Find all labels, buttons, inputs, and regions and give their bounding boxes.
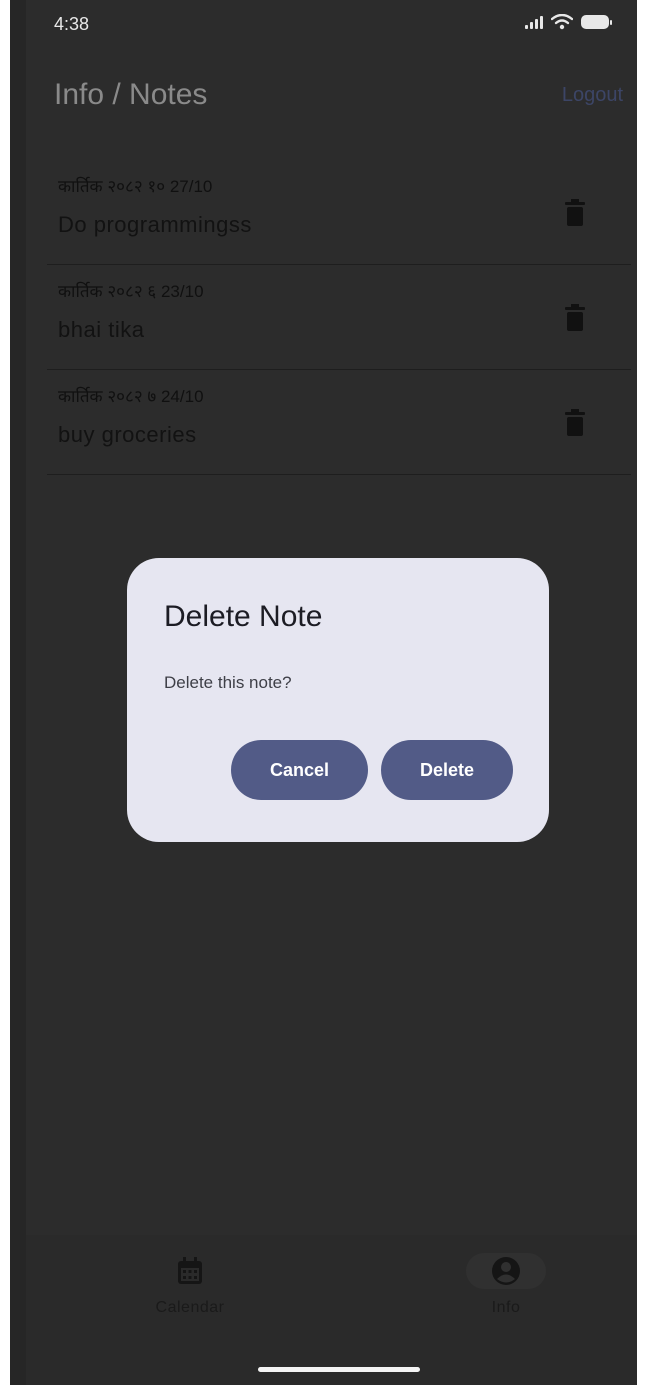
note-text: buy groceries — [58, 422, 197, 447]
note-item[interactable]: कार्तिक २०८२ ७ 24/10 buy groceries — [47, 370, 631, 475]
app-header: Info / Notes Logout — [10, 70, 637, 130]
delete-button[interactable]: Delete — [381, 740, 513, 800]
wifi-icon — [551, 14, 573, 30]
nav-icon-container — [150, 1253, 230, 1289]
nav-item-info[interactable]: Info — [406, 1235, 606, 1335]
status-bar: 4:38 — [10, 0, 637, 48]
nav-label-calendar: Calendar — [155, 1299, 225, 1316]
note-text: bhai tika — [58, 317, 145, 342]
dialog-message: Delete this note? — [164, 673, 292, 692]
dialog-title: Delete Note — [164, 600, 323, 633]
delete-note-button[interactable] — [565, 198, 585, 226]
delete-note-dialog: Delete Note Delete this note? Cancel Del… — [127, 558, 549, 842]
calendar-icon — [178, 1257, 202, 1284]
note-date: कार्तिक २०८२ ६ 23/10 — [58, 282, 204, 301]
home-indicator[interactable] — [258, 1367, 420, 1372]
note-date: कार्तिक २०८२ १० 27/10 — [58, 177, 213, 196]
note-date: कार्तिक २०८२ ७ 24/10 — [58, 387, 204, 406]
bottom-navigation: Calendar Info — [26, 1235, 637, 1385]
note-item[interactable]: कार्तिक २०८२ ६ 23/10 bhai tika — [47, 265, 631, 370]
signal-icon — [525, 15, 543, 29]
note-text: Do programmingss — [58, 212, 252, 237]
battery-icon — [581, 15, 612, 29]
delete-note-button[interactable] — [565, 408, 585, 436]
nav-icon-container-selected — [466, 1253, 546, 1289]
note-item[interactable]: कार्तिक २०८२ १० 27/10 Do programmingss — [47, 160, 631, 265]
screen-edge — [10, 0, 26, 1385]
delete-note-button[interactable] — [565, 303, 585, 331]
page-title: Info / Notes — [54, 78, 208, 111]
phone-screen: 4:38 Info / Notes Logout कार्तिक २०८२ १०… — [10, 0, 637, 1385]
nav-item-calendar[interactable]: Calendar — [90, 1235, 290, 1335]
notes-list: कार्तिक २०८२ १० 27/10 Do programmingss क… — [47, 160, 631, 475]
cancel-button[interactable]: Cancel — [231, 740, 368, 800]
nav-label-info: Info — [491, 1299, 521, 1316]
account-circle-icon — [492, 1257, 520, 1285]
logout-button[interactable]: Logout — [562, 84, 623, 107]
status-time: 4:38 — [54, 14, 90, 34]
status-icons — [525, 14, 612, 30]
